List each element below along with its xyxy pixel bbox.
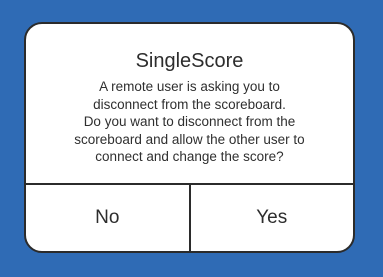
message-line: scoreboard and allow the other user to [74,131,305,147]
message-line: disconnect from the scoreboard. [93,96,286,112]
disconnect-dialog: SingleScore A remote user is asking you … [24,22,355,253]
yes-button[interactable]: Yes [188,185,354,251]
dialog-content: SingleScore A remote user is asking you … [26,24,353,185]
message-line: connect and change the score? [95,149,284,164]
message-line: A remote user is asking you to [99,79,280,94]
no-button[interactable]: No [26,185,189,251]
dialog-message: A remote user is asking you to disconnec… [36,78,343,166]
dialog-title: SingleScore [135,50,244,72]
dialog-button-bar: No Yes [26,183,353,251]
message-line: Do you want to disconnect from the [83,114,296,129]
